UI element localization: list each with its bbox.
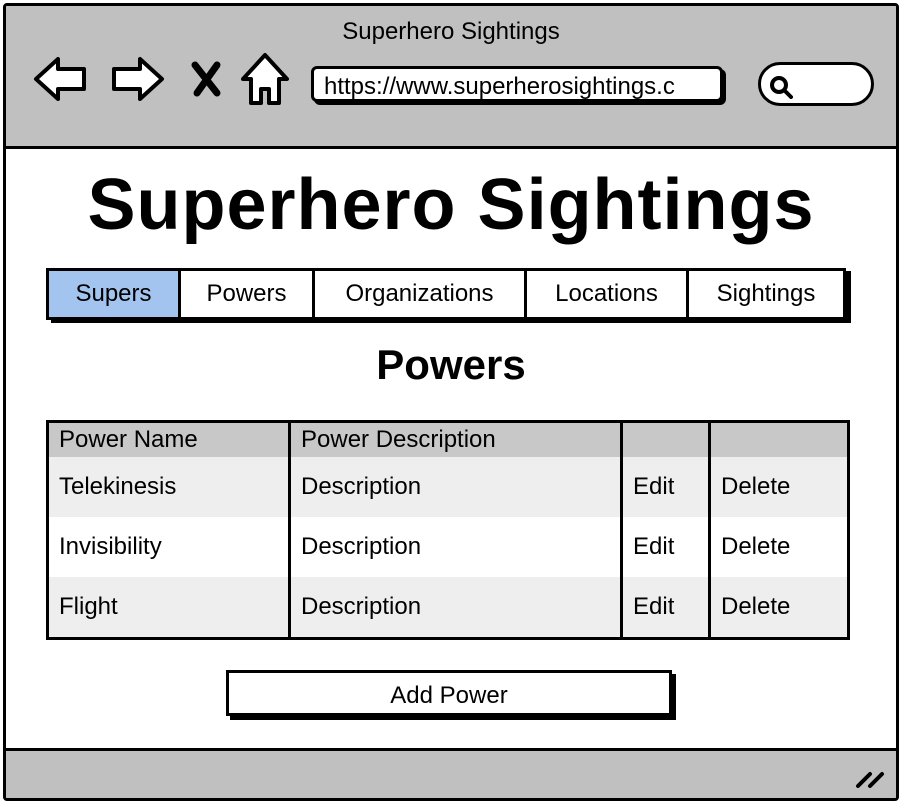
delete-link[interactable]: Delete bbox=[711, 517, 847, 577]
back-icon[interactable] bbox=[30, 48, 92, 110]
close-icon[interactable] bbox=[176, 48, 238, 110]
table-row: Invisibility Description Edit Delete bbox=[49, 517, 847, 577]
resize-grip-icon[interactable] bbox=[854, 764, 888, 795]
column-divider bbox=[288, 423, 291, 637]
power-description-cell: Description bbox=[301, 593, 422, 620]
forward-icon[interactable] bbox=[106, 48, 168, 110]
tab-sightings[interactable]: Sightings bbox=[689, 271, 843, 317]
status-bar bbox=[6, 748, 896, 798]
nav-tabs: Supers Powers Organizations Locations Si… bbox=[46, 268, 846, 320]
browser-window: Superhero Sightings https://www.superher… bbox=[3, 3, 899, 801]
search-icon bbox=[769, 75, 793, 104]
powers-table: Power Name Power Description Telekinesis… bbox=[46, 420, 850, 640]
power-name-cell: Invisibility bbox=[59, 533, 162, 560]
tab-powers[interactable]: Powers bbox=[181, 271, 315, 317]
browser-chrome: Superhero Sightings https://www.superher… bbox=[6, 6, 896, 149]
power-description-cell: Description bbox=[301, 473, 422, 500]
table-row: Flight Description Edit Delete bbox=[49, 577, 847, 637]
delete-link[interactable]: Delete bbox=[711, 577, 847, 637]
search-input[interactable] bbox=[758, 62, 874, 106]
edit-link[interactable]: Edit bbox=[623, 577, 711, 637]
tab-locations[interactable]: Locations bbox=[527, 271, 689, 317]
power-description-cell: Description bbox=[301, 533, 422, 560]
page-title: Superhero Sightings bbox=[87, 165, 815, 245]
power-name-cell: Flight bbox=[59, 593, 118, 620]
header-delete bbox=[711, 423, 847, 457]
table-header-row: Power Name Power Description bbox=[49, 423, 847, 457]
section-title: Powers bbox=[376, 341, 526, 388]
header-power-name: Power Name bbox=[59, 426, 198, 453]
add-power-button[interactable]: Add Power bbox=[226, 670, 672, 716]
tab-organizations[interactable]: Organizations bbox=[315, 271, 527, 317]
delete-link[interactable]: Delete bbox=[711, 457, 847, 517]
column-divider bbox=[620, 423, 623, 637]
home-icon[interactable] bbox=[234, 48, 296, 110]
table-row: Telekinesis Description Edit Delete bbox=[49, 457, 847, 517]
power-name-cell: Telekinesis bbox=[59, 473, 177, 500]
column-divider bbox=[708, 423, 711, 637]
header-edit bbox=[623, 423, 711, 457]
edit-link[interactable]: Edit bbox=[623, 517, 711, 577]
window-title: Superhero Sightings bbox=[342, 18, 560, 45]
edit-link[interactable]: Edit bbox=[623, 457, 711, 517]
header-power-description: Power Description bbox=[301, 426, 496, 453]
url-input[interactable]: https://www.superherosightings.c bbox=[311, 66, 723, 102]
tab-supers[interactable]: Supers bbox=[49, 271, 181, 317]
